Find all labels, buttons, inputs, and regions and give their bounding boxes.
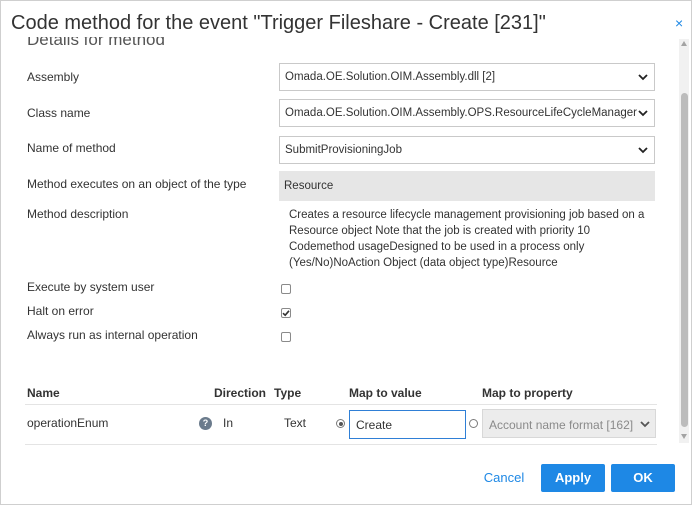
map-to-property-radio[interactable]	[469, 419, 478, 428]
execute-system-user-checkbox[interactable]	[281, 284, 291, 294]
internal-operation-label: Always run as internal operation	[27, 328, 198, 342]
column-header-map-to-property: Map to property	[482, 386, 573, 400]
halt-on-error-label: Halt on error	[27, 304, 94, 318]
method-name-label: Name of method	[27, 141, 116, 155]
class-name-select-value: Omada.OE.Solution.OIM.Assembly.OPS.Resou…	[285, 107, 637, 119]
map-to-property-value: Account name format [162]	[489, 418, 634, 432]
dialog-content: Details for method Assembly Omada.OE.Sol…	[1, 37, 677, 449]
dialog-title: Code method for the event "Trigger Files…	[11, 12, 546, 34]
column-header-name: Name	[27, 386, 60, 400]
column-header-direction: Direction	[214, 386, 267, 400]
code-method-dialog: Code method for the event "Trigger Files…	[0, 0, 692, 505]
apply-button[interactable]: Apply	[541, 464, 605, 492]
internal-operation-checkbox[interactable]	[281, 332, 291, 342]
close-icon[interactable]: ×	[675, 16, 683, 30]
halt-on-error-checkbox[interactable]	[281, 308, 291, 318]
scroll-up-arrow-icon[interactable]	[681, 41, 687, 46]
param-direction: In	[223, 416, 234, 430]
help-icon[interactable]: ?	[199, 417, 212, 430]
cancel-button[interactable]: Cancel	[476, 464, 532, 492]
param-name: operationEnum	[27, 416, 109, 430]
description-text: Creates a resource lifecycle management …	[289, 209, 645, 269]
assembly-label: Assembly	[27, 70, 80, 84]
column-header-map-to-value: Map to value	[349, 386, 422, 400]
description-label: Method description	[27, 207, 129, 221]
ok-button[interactable]: OK	[611, 464, 675, 492]
chevron-down-icon	[638, 74, 648, 81]
map-to-value-radio[interactable]	[336, 419, 345, 428]
scroll-down-arrow-icon[interactable]	[681, 434, 687, 439]
assembly-select[interactable]: Omada.OE.Solution.OIM.Assembly.dll [2]	[279, 63, 655, 91]
scrollbar-thumb[interactable]	[681, 93, 688, 427]
class-name-label: Class name	[27, 106, 91, 120]
chevron-down-icon	[638, 110, 648, 117]
method-name-select[interactable]: SubmitProvisioningJob	[279, 136, 655, 164]
param-type: Text	[284, 416, 307, 430]
class-name-select[interactable]: Omada.OE.Solution.OIM.Assembly.OPS.Resou…	[279, 99, 655, 127]
object-type-label: Method executes on an object of the type	[27, 177, 247, 191]
chevron-down-icon	[638, 147, 648, 154]
table-header-divider	[25, 404, 657, 405]
map-to-property-select[interactable]: Account name format [162]	[482, 409, 656, 438]
map-to-value-input[interactable]: Create	[349, 410, 466, 439]
table-row-divider	[25, 444, 657, 445]
object-type-value: Resource	[279, 171, 655, 201]
checkmark-icon	[282, 310, 290, 317]
method-name-select-value: SubmitProvisioningJob	[285, 144, 402, 156]
chevron-down-icon	[640, 421, 650, 428]
section-heading: Details for method	[27, 37, 165, 49]
execute-system-user-label: Execute by system user	[27, 280, 155, 294]
column-header-type: Type	[274, 386, 302, 400]
assembly-select-value: Omada.OE.Solution.OIM.Assembly.dll [2]	[285, 71, 496, 83]
